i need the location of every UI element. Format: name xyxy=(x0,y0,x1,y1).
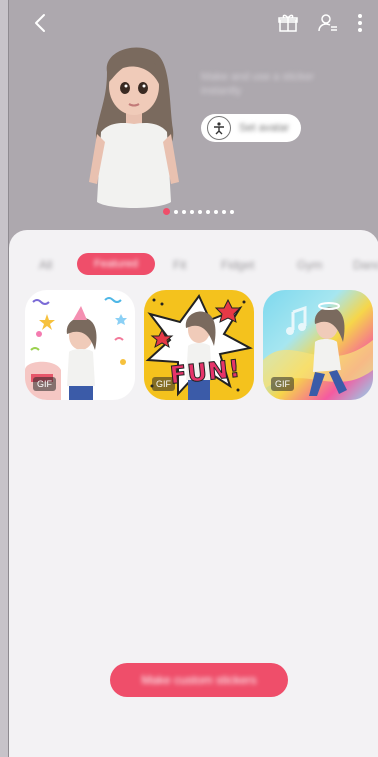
page-dot xyxy=(230,210,234,214)
more-vertical-icon[interactable] xyxy=(347,10,373,36)
set-avatar-label: Set avatar xyxy=(239,122,290,134)
chevron-left-icon[interactable] xyxy=(27,10,53,36)
fun-sticker[interactable]: GIF FUN! xyxy=(144,290,254,400)
sticker-sheet: All Featured Fit Fidget Gym Dance xyxy=(9,230,378,757)
dance-sticker[interactable]: GIF xyxy=(263,290,373,400)
page-dot-active xyxy=(163,208,170,215)
set-avatar-pill[interactable]: Set avatar xyxy=(201,114,301,142)
gift-icon[interactable] xyxy=(275,10,301,36)
sticker-grid: GIF GIF FUN! GIF xyxy=(25,290,375,402)
page-dot xyxy=(182,210,186,214)
tab-dance[interactable]: Dance xyxy=(353,258,378,272)
gif-badge: GIF xyxy=(33,377,56,391)
page-dot xyxy=(206,210,210,214)
tab-all[interactable]: All xyxy=(39,258,52,272)
make-stickers-button[interactable]: Make custom stickers xyxy=(110,663,288,697)
hero-bubble-text: Make and use a sticker instantly xyxy=(201,71,315,97)
tab-gym[interactable]: Gym xyxy=(297,258,322,272)
page-indicator xyxy=(163,208,234,216)
page-dot xyxy=(190,210,194,214)
gif-badge: GIF xyxy=(271,377,294,391)
page-dot xyxy=(198,210,202,214)
page-dot xyxy=(174,210,178,214)
make-stickers-label: Make custom stickers xyxy=(141,673,257,687)
birthday-sticker[interactable]: GIF xyxy=(25,290,135,400)
category-tabs: All Featured Fit Fidget Gym Dance xyxy=(9,250,378,280)
tab-fidget[interactable]: Fidget xyxy=(221,258,254,272)
avatar-figure xyxy=(79,42,189,217)
page-dot xyxy=(214,210,218,214)
person-pose-icon xyxy=(207,116,231,140)
tab-featured[interactable]: Featured xyxy=(77,253,155,275)
page-dot xyxy=(222,210,226,214)
app-frame: Make and use a sticker instantly Set ava… xyxy=(8,0,378,757)
tab-fit[interactable]: Fit xyxy=(173,258,186,272)
profile-list-icon[interactable] xyxy=(315,10,341,36)
top-bar xyxy=(9,0,378,48)
